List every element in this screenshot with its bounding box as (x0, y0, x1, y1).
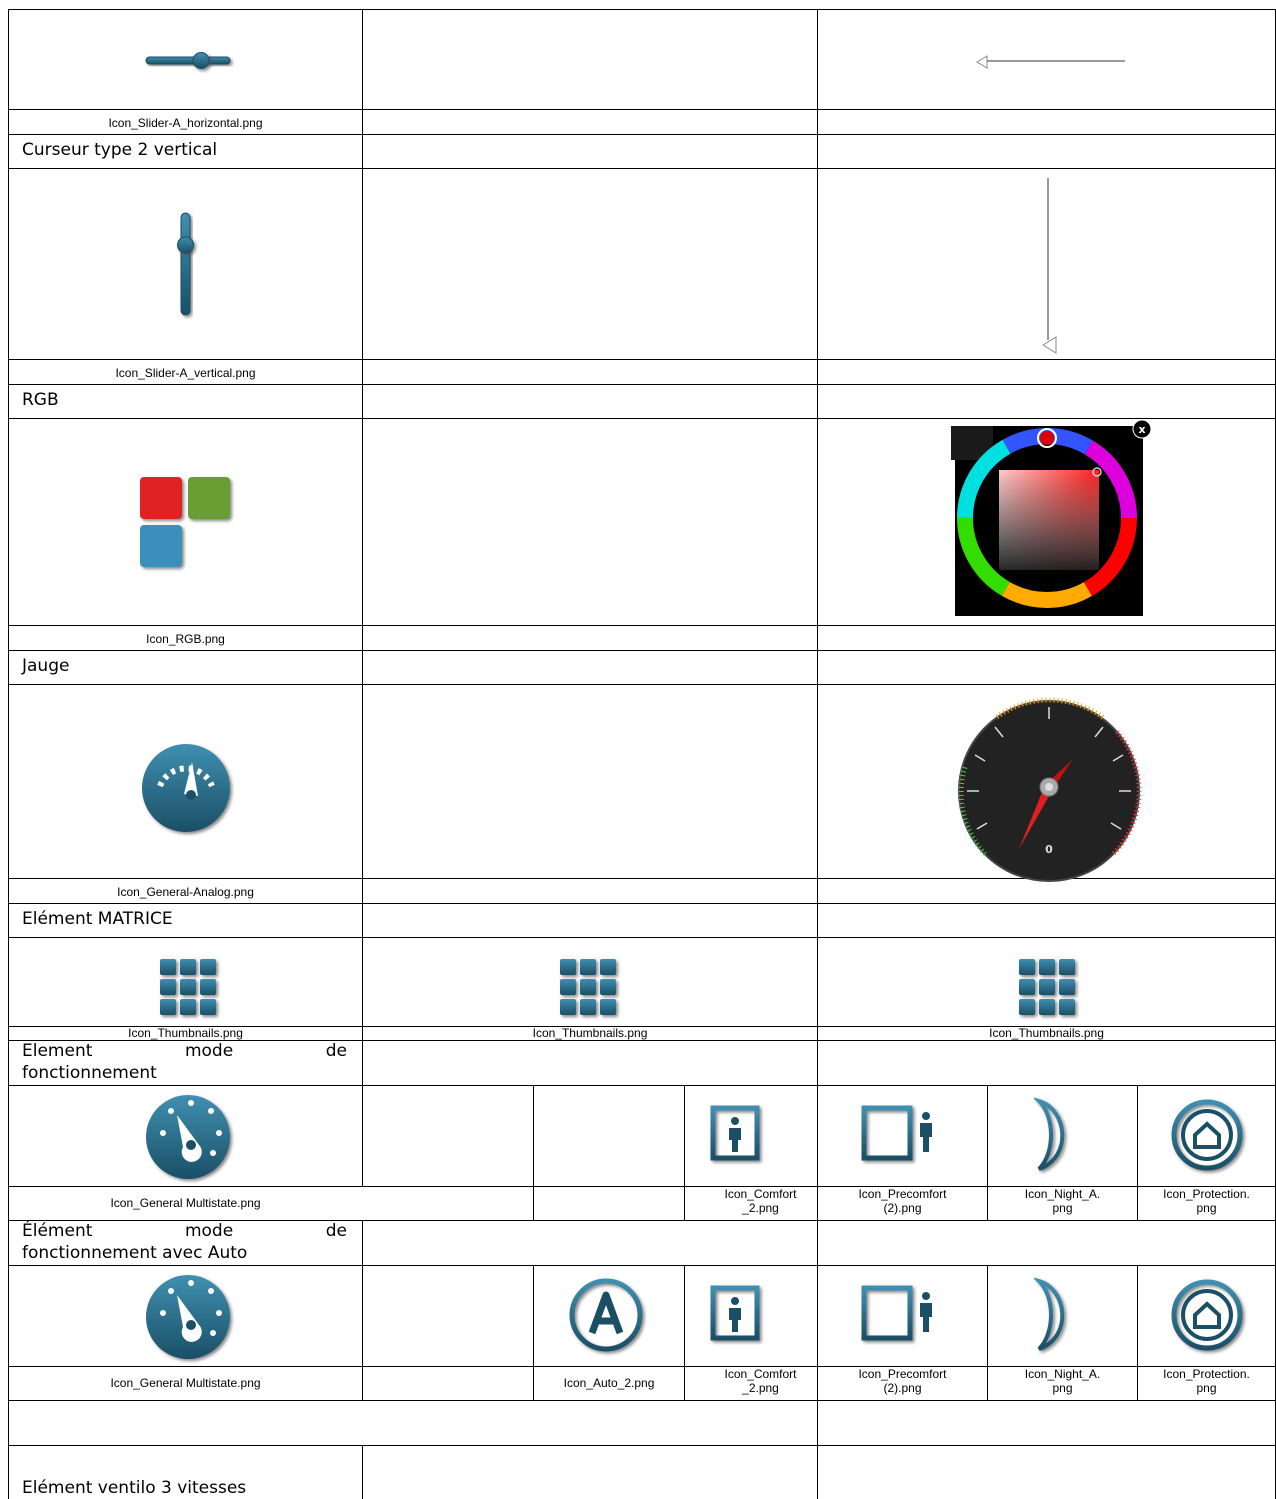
slider-horizontal-caption: Icon_Slider-A_horizontal.png (108, 117, 263, 130)
matrix-caption: Icon_Thumbnails.png (532, 1026, 648, 1040)
gauge-icon (140, 742, 236, 838)
night-icon (1029, 1276, 1081, 1353)
color-picker-preview: x (951, 419, 1153, 618)
slider-vertical-heading: Curseur type 2 vertical (22, 140, 218, 160)
protection-icon (1169, 1097, 1247, 1175)
slider-vertical-icon (175, 211, 197, 319)
row-divider (8, 650, 1276, 651)
auto-caption: Icon_Protection. png (1163, 1367, 1250, 1395)
rgb-caption: Icon_RGB.png (146, 633, 225, 646)
row-divider (8, 359, 1276, 360)
thumbnails-icon (558, 957, 620, 1019)
row-divider (8, 384, 1276, 385)
gauge-heading: Jauge (22, 656, 70, 676)
precomfort-icon (860, 1104, 946, 1166)
rgb-icon (138, 475, 238, 575)
protection-icon (1169, 1277, 1247, 1355)
thumbnails-icon (158, 957, 220, 1019)
mode-caption: Icon_Precomfort (2).png (858, 1187, 947, 1215)
row-divider (8, 625, 1276, 626)
auto-caption: Icon_General Multistate.png (110, 1376, 261, 1390)
row-divider (8, 684, 1276, 685)
row-divider (8, 1445, 1276, 1446)
color-picker-close[interactable]: x (1138, 423, 1145, 436)
col-divider (533, 1085, 534, 1220)
row-divider (8, 418, 1276, 419)
fan-heading: Elément ventilo 3 vitesses (22, 1478, 247, 1498)
row-divider (8, 1400, 1276, 1401)
row-divider (8, 903, 1276, 904)
multistate-icon (141, 1093, 237, 1183)
slider-vertical-caption: Icon_Slider-A_vertical.png (115, 367, 256, 380)
row-divider (8, 134, 1276, 135)
gauge-preview: 0 (955, 697, 1143, 882)
rgb-heading: RGB (22, 390, 59, 410)
col-divider (362, 9, 363, 1186)
auto-caption: Icon_Night_A. png (1024, 1367, 1101, 1395)
night-icon (1029, 1096, 1081, 1173)
auto-heading: Élément mode de fonctionnement avec Auto (22, 1221, 347, 1263)
matrix-heading: Elément MATRICE (22, 909, 173, 929)
mode-caption: Icon_Comfort _2.png (724, 1187, 797, 1215)
multistate-icon (141, 1273, 237, 1363)
thumbnails-icon (1017, 957, 1079, 1019)
row-divider (8, 109, 1276, 110)
gauge-caption: Icon_General-Analog.png (117, 886, 254, 899)
precomfort-icon (860, 1284, 946, 1346)
auto-icon (568, 1277, 648, 1357)
mode-caption: Icon_Protection. png (1163, 1187, 1250, 1215)
gauge-value: 0 (1045, 843, 1053, 856)
slider-horizontal-icon (144, 50, 234, 72)
comfort-icon (709, 1104, 767, 1166)
row-divider (8, 937, 1276, 938)
row-divider (8, 1265, 1276, 1266)
matrix-caption: Icon_Thumbnails.png (128, 1026, 243, 1040)
row-divider (8, 878, 1276, 879)
comfort-icon (709, 1284, 767, 1346)
col-divider (817, 9, 818, 1499)
row-divider (8, 1085, 1276, 1086)
col-divider (362, 1220, 363, 1400)
mode-heading: Element mode de fonctionnement (22, 1041, 347, 1083)
row-divider (8, 168, 1276, 169)
slider-horizontal-preview (975, 52, 1130, 72)
mode-caption: Icon_Night_A. png (1024, 1187, 1101, 1215)
auto-caption: Icon_Comfort _2.png (724, 1367, 797, 1395)
col-divider (362, 1445, 363, 1499)
auto-caption: Icon_Precomfort (2).png (858, 1367, 947, 1395)
slider-vertical-preview (1038, 175, 1064, 360)
matrix-caption: Icon_Thumbnails.png (989, 1026, 1104, 1040)
mode-caption: Icon_General Multistate.png (110, 1196, 261, 1210)
auto-caption: Icon_Auto_2.png (563, 1376, 655, 1390)
